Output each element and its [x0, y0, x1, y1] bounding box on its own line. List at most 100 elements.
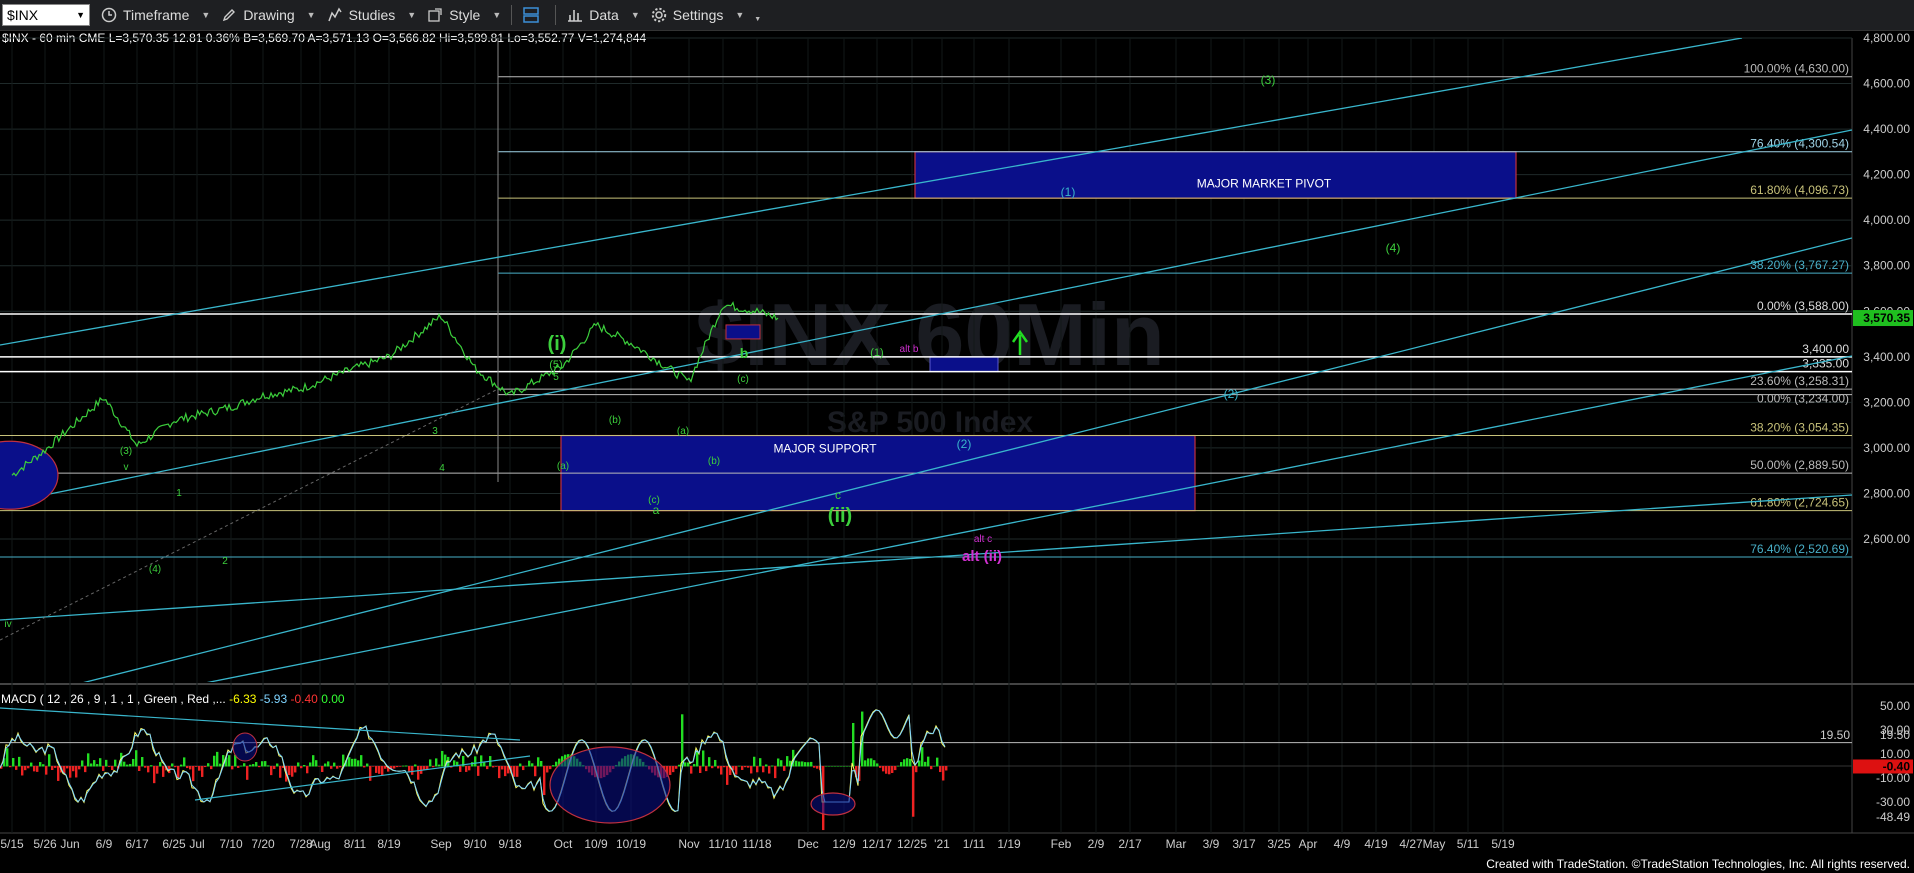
macd-histogram-bar [387, 766, 390, 772]
macd-histogram-bar [3, 758, 6, 767]
fib-level-label: 0.00% (3,234.00) [1757, 392, 1849, 406]
macd-histogram-bar [204, 766, 207, 768]
data-button[interactable]: Data ▼ [566, 6, 640, 24]
style-icon [426, 6, 444, 24]
trend-line [206, 355, 1852, 682]
time-axis: 5/15 5/26 Jun 6/9 6/17 6/25 Jul 7/10 7/20 7/28Aug… [0, 837, 1515, 851]
macd-histogram-bar [291, 766, 294, 777]
macd-histogram-bar [108, 766, 111, 767]
time-axis-label: 2/17 [1118, 837, 1142, 851]
symbol-input[interactable]: $INX ▼ [2, 4, 90, 26]
macd-histogram-bar [855, 766, 858, 778]
macd-histogram-bar [150, 765, 153, 767]
time-axis-label: 8/11 [344, 837, 367, 851]
macd-histogram-bar [96, 764, 99, 767]
macd-histogram-bar [696, 750, 699, 767]
macd-histogram-bar [138, 766, 141, 771]
price-axis-label: 3,800.00 [1863, 259, 1910, 273]
macd-histogram-bar [819, 766, 822, 771]
macd-histogram-bar [105, 759, 108, 767]
macd-histogram-bar [324, 763, 327, 767]
macd-histogram-bar [795, 760, 798, 767]
macd-current-tag [1853, 759, 1913, 774]
macd-histogram-bar [567, 754, 570, 767]
macd-histogram-bar [168, 766, 171, 774]
macd-histogram-bar [546, 766, 549, 773]
macd-histogram-bar [450, 766, 453, 768]
macd-histogram-bar [906, 758, 909, 767]
macd-histogram-bar [831, 766, 834, 767]
macd-histogram-bar [282, 766, 285, 768]
macd-histogram-bar [102, 766, 105, 771]
macd-histogram-bar [144, 766, 147, 768]
macd-histogram-bar [318, 766, 321, 767]
macd-histogram-bar [342, 754, 345, 767]
macd-histogram-bar [468, 766, 471, 771]
macd-histogram-bar [924, 761, 927, 767]
timeframe-button[interactable]: Timeframe ▼ [100, 6, 210, 24]
macd-axis-label: -30.00 [1876, 795, 1910, 809]
style-button[interactable]: Style ▼ [426, 6, 501, 24]
layout-button[interactable] [522, 6, 545, 24]
wave-label: (4) [1386, 241, 1401, 255]
wave-label: 2 [222, 556, 228, 567]
macd-histogram-bar [519, 763, 522, 767]
macd-histogram-bar [687, 762, 690, 767]
macd-histogram-bar [858, 766, 861, 782]
macd-histogram-bar [585, 766, 588, 770]
macd-histogram-bar [621, 758, 624, 767]
studies-button[interactable]: Studies ▼ [326, 6, 416, 24]
chevron-down-icon: ▼ [76, 10, 85, 20]
macd-level-label: 19.50 [1820, 728, 1850, 742]
wave-label: 4 [439, 463, 445, 474]
time-axis-label: 4/9 [1334, 837, 1351, 851]
time-axis-label: Jun [60, 837, 79, 851]
macd-histogram-bar [921, 747, 924, 767]
macd-histogram-bar [165, 766, 168, 771]
macd-histogram-bar [537, 757, 540, 767]
macd-histogram-bar [363, 766, 366, 768]
wave-label: a [653, 503, 660, 517]
macd-histogram-bar [123, 761, 126, 767]
fib-level-label: 100.00% (4,630.00) [1744, 62, 1849, 76]
time-axis-label: 8/19 [377, 837, 401, 851]
macd-histogram-bar [783, 766, 786, 771]
macd-histogram-bar [768, 766, 771, 774]
macd-histogram-bar [660, 766, 663, 779]
macd-histogram-bar [639, 758, 642, 767]
studies-label: Studies [348, 7, 396, 23]
time-axis-label: 1/19 [997, 837, 1021, 851]
more-button[interactable]: ▼ [754, 8, 761, 23]
macd-histogram-bar [741, 766, 744, 770]
macd-histogram-bar [699, 766, 702, 774]
drawing-button[interactable]: Drawing ▼ [220, 6, 316, 24]
time-axis-label: '21 [934, 837, 950, 851]
macd-histogram-bar [180, 764, 183, 767]
macd-histogram-bar [642, 761, 645, 767]
macd-histogram-bar [780, 760, 783, 767]
macd-histogram-bar [762, 766, 765, 773]
time-axis-label: 10/9 [584, 837, 608, 851]
wave-label: (1) [1061, 185, 1076, 199]
time-axis-label: Mar [1166, 837, 1187, 851]
macd-histogram-bar [87, 753, 90, 767]
price-chart[interactable]: $INX 60Min S&P 500 Index MAJOR MARKET PI… [0, 0, 1914, 873]
macd-histogram-bar [609, 766, 612, 773]
zones: MAJOR MARKET PIVOT MAJOR SUPPORT [560, 151, 1517, 512]
time-axis-label: 2/9 [1088, 837, 1105, 851]
settings-button[interactable]: Settings ▼ [650, 6, 744, 24]
macd-axis-label: 19.50 [1880, 728, 1910, 742]
macd-axis-label: 50.00 [1880, 699, 1910, 713]
time-axis-label: 12/17 [862, 837, 892, 851]
macd-histogram-bar [702, 750, 705, 767]
macd-histogram-bar [153, 766, 156, 784]
time-axis-label: Dec [797, 837, 818, 851]
macd-histogram-bar [930, 766, 933, 770]
fib-level-label: 3,335.00 [1802, 357, 1849, 371]
macd-histogram-bar [882, 766, 885, 772]
macd-histogram-bar [396, 766, 399, 768]
macd-histogram-bar [486, 766, 489, 770]
macd-histogram-bar [693, 764, 696, 767]
macd-histogram-bar [483, 761, 486, 767]
time-axis-label: 3/17 [1232, 837, 1256, 851]
